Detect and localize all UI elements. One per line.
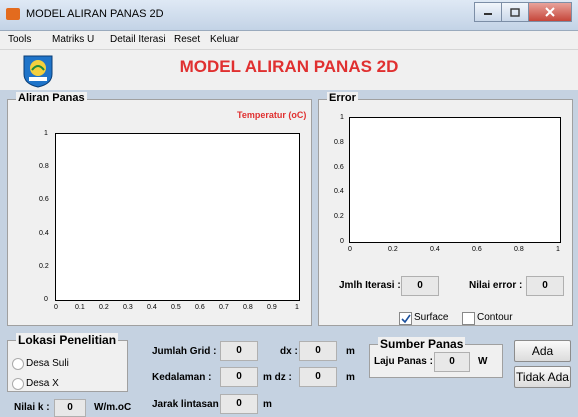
close-button[interactable] (528, 2, 572, 22)
lokasi-penelitian-title: Lokasi Penelitian (16, 333, 119, 347)
x-tick: 0.4 (147, 304, 157, 311)
surface-label: Surface (414, 312, 449, 323)
ada-button[interactable]: Ada (514, 340, 571, 362)
radio-desa-x[interactable] (12, 378, 24, 390)
x-tick: 0.8 (243, 304, 253, 311)
x-tick: 0.3 (123, 304, 133, 311)
x-tick: 0.1 (75, 304, 85, 311)
aliran-panas-panel: Aliran Panas Temperatur (oC) 1 0.8 0.6 0… (7, 92, 312, 326)
nilai-error-field: 0 (526, 276, 564, 296)
y-tick: 0 (340, 238, 344, 245)
radio-desa-suli[interactable] (12, 358, 24, 370)
matlab-icon (6, 8, 20, 20)
nilai-error-label: Nilai error : (469, 280, 523, 291)
dz-unit: m (346, 372, 355, 383)
jarak-lintasan-label: Jarak lintasan : (152, 399, 225, 410)
laju-panas-unit: W (478, 356, 488, 367)
y-tick: 0.2 (39, 263, 49, 270)
x-tick: 0 (54, 304, 58, 311)
main-title: MODEL ALIRAN PANAS 2D (179, 57, 399, 76)
x-tick: 0 (348, 246, 352, 253)
maximize-icon (510, 7, 520, 17)
menu-keluar[interactable]: Keluar (210, 34, 239, 45)
sumber-panas-panel: Sumber Panas Laju Panas : 0 W (369, 337, 503, 378)
lokasi-penelitian-panel: Lokasi Penelitian Desa Suli Desa X (7, 333, 128, 392)
jarak-lintasan-input[interactable]: 0 (220, 394, 258, 414)
error-title: Error (327, 92, 358, 104)
laju-panas-input[interactable]: 0 (434, 352, 470, 372)
kedalaman-label: Kedalaman : (152, 372, 212, 383)
x-tick: 1 (295, 304, 299, 311)
y-tick: 0.6 (39, 196, 49, 203)
title-bar: MODEL ALIRAN PANAS 2D (0, 0, 578, 31)
contour-label: Contour (477, 312, 513, 323)
x-tick: 0.5 (171, 304, 181, 311)
x-tick: 0.2 (99, 304, 109, 311)
header: MODEL ALIRAN PANAS 2D (0, 50, 578, 90)
y-tick: 0.8 (39, 163, 49, 170)
x-tick: 1 (556, 246, 560, 253)
tidak-ada-button[interactable]: Tidak Ada (514, 366, 571, 388)
y-tick: 0.2 (334, 213, 344, 220)
y-tick: 0.6 (334, 164, 344, 171)
dx-input[interactable]: 0 (299, 341, 337, 361)
dz-input[interactable]: 0 (299, 367, 337, 387)
menu-bar: Tools Matriks U Detail Iterasi Reset Kel… (0, 31, 578, 50)
kedalaman-input[interactable]: 0 (220, 367, 258, 387)
temperatur-label: Temperatur (oC) (237, 110, 307, 120)
menu-detail-iterasi[interactable]: Detail Iterasi (110, 34, 166, 45)
error-plot[interactable] (349, 117, 561, 243)
desa-x-label: Desa X (26, 378, 59, 389)
x-tick: 0.7 (219, 304, 229, 311)
maximize-button[interactable] (501, 2, 529, 22)
dz-label: m dz : (263, 372, 292, 383)
minimize-icon (484, 13, 492, 15)
close-icon (545, 7, 555, 17)
minimize-button[interactable] (474, 2, 502, 22)
x-tick: 0.6 (472, 246, 482, 253)
x-tick: 0.9 (267, 304, 277, 311)
jarak-unit: m (263, 399, 272, 410)
y-tick: 0.4 (334, 188, 344, 195)
contour-checkbox[interactable] (462, 312, 475, 325)
nilai-k-input[interactable]: 0 (54, 399, 86, 417)
x-tick: 0.4 (430, 246, 440, 253)
x-tick: 0.8 (514, 246, 524, 253)
y-tick: 0.8 (334, 139, 344, 146)
window-title: MODEL ALIRAN PANAS 2D (26, 8, 164, 20)
surface-checkbox[interactable] (399, 312, 412, 325)
temperature-plot[interactable] (55, 133, 300, 301)
y-tick: 1 (44, 130, 48, 137)
sumber-panas-title: Sumber Panas (378, 337, 466, 351)
menu-matriks-u[interactable]: Matriks U (52, 34, 94, 45)
aliran-panas-title: Aliran Panas (16, 92, 87, 104)
nilai-k-unit: W/m.oC (94, 402, 132, 413)
jmlh-iterasi-field: 0 (401, 276, 439, 296)
x-tick: 0.2 (388, 246, 398, 253)
error-panel: Error 1 0.8 0.6 0.4 0.2 0 0 0.2 0.4 0.6 … (318, 92, 573, 326)
menu-tools[interactable]: Tools (8, 34, 31, 45)
laju-panas-label: Laju Panas : (374, 356, 433, 367)
x-tick: 0.6 (195, 304, 205, 311)
menu-reset[interactable]: Reset (174, 34, 200, 45)
checkmark-icon (401, 314, 411, 324)
y-tick: 0 (44, 296, 48, 303)
dx-label: dx : (280, 346, 298, 357)
jumlah-grid-input[interactable]: 0 (220, 341, 258, 361)
desa-suli-label: Desa Suli (26, 358, 69, 369)
nilai-k-label: Nilai k : (14, 402, 50, 413)
dx-unit: m (346, 346, 355, 357)
y-tick: 0.4 (39, 230, 49, 237)
y-tick: 1 (340, 114, 344, 121)
jumlah-grid-label: Jumlah Grid : (152, 346, 217, 357)
jmlh-iterasi-label: Jmlh Iterasi : (339, 280, 401, 291)
